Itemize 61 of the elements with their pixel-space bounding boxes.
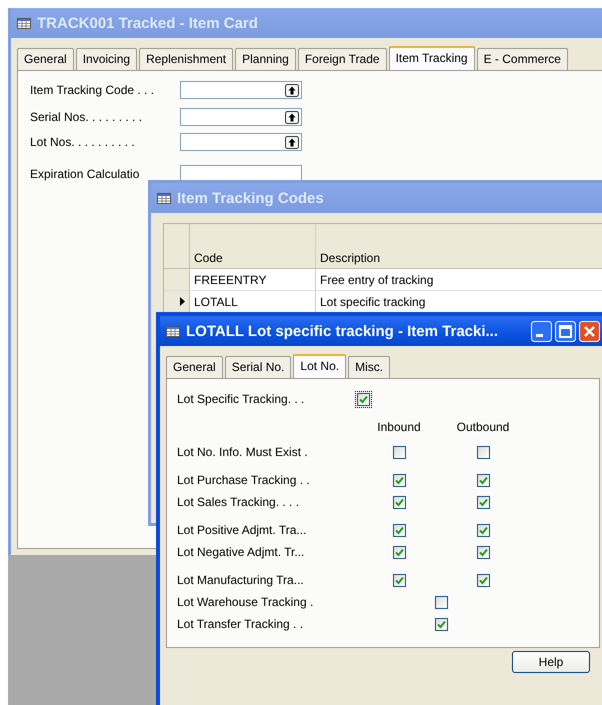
tab[interactable]: Serial No. [224,356,292,378]
maximize-button[interactable] [555,320,576,342]
tab[interactable]: Lot No. [293,354,346,378]
input-field[interactable] [180,133,302,151]
table-cell-text: Lot specific tracking [319,294,426,310]
tab[interactable]: Item Tracking [388,46,475,70]
checkbox-label: Lot Purchase Tracking . . [177,473,311,487]
row-pointer-icon [180,297,185,306]
checkbox[interactable] [434,596,448,608]
checkbox[interactable] [357,392,370,406]
checkbox-label: Lot Warehouse Tracking . [177,595,314,609]
checkbox[interactable] [392,446,406,458]
tab[interactable]: Invoicing [76,48,138,70]
minimize-button[interactable] [531,320,552,342]
window-title: TRACK001 Tracked - Item Card [37,14,258,32]
column-header: Outbound [456,420,510,434]
checkbox[interactable] [392,546,406,558]
checkbox-label: Lot Specific Tracking. . . [177,392,306,406]
checkbox-label: Lot Transfer Tracking . . [177,617,304,631]
checkbox[interactable] [476,474,490,486]
checkbox-label: Lot No. Info. Must Exist . [177,445,309,459]
tab[interactable]: General [17,48,74,70]
field-label: Serial Nos. . . . . . . . . [30,110,144,124]
checkbox-label: Lot Positive Adjmt. Tra... [177,523,308,537]
table-cell: FREEENTRY [190,269,316,290]
tab[interactable]: E - Commerce [476,48,568,70]
checkbox[interactable] [392,574,406,586]
table-icon [17,18,31,28]
tab[interactable]: Misc. [348,356,390,378]
checkbox-label: Lot Negative Adjmt. Tr... [177,545,306,559]
column-header: Description [319,250,382,267]
checkbox[interactable] [476,446,490,458]
field-label: Item Tracking Code . . . [30,83,156,97]
column-header: Code [190,224,316,268]
row-selector[interactable] [164,291,190,312]
field-label: Expiration Calculatio [30,167,140,181]
checkbox[interactable] [392,524,406,536]
checkbox[interactable] [392,474,406,486]
field-label: Lot Nos. . . . . . . . . . [30,135,136,149]
input-field[interactable] [180,81,302,99]
checkbox[interactable] [434,618,448,630]
tab[interactable]: Foreign Trade [298,48,387,70]
table-cell-text: Free entry of tracking [319,272,434,288]
close-button[interactable] [579,320,600,342]
checkbox[interactable] [392,496,406,508]
checkbox[interactable] [476,496,490,508]
checkbox[interactable] [476,546,490,558]
checkbox[interactable] [476,524,490,536]
checkbox-label: Lot Manufacturing Tra... [177,573,305,587]
window-title: LOTALL Lot specific tracking - Item Tracki... [186,322,498,340]
tab[interactable]: Replenishment [139,48,234,70]
input-field[interactable] [180,108,302,126]
tab[interactable]: General [166,356,223,378]
checkbox-label: Lot Sales Tracking. . . . [177,495,300,509]
window-title: Item Tracking Codes [177,190,324,206]
table-icon [166,326,180,336]
tab[interactable]: Planning [235,48,296,70]
checkbox[interactable] [476,574,490,586]
column-header: Inbound [376,420,422,434]
help-button[interactable]: Help [512,651,590,673]
table-icon [157,192,171,204]
